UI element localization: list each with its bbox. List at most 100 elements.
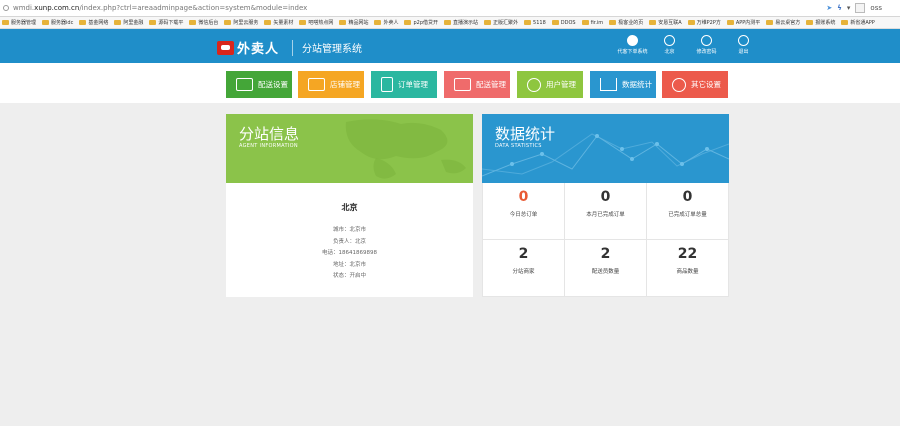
bookmark-item[interactable]: 精品网站 [339,19,368,26]
bookmark-item[interactable]: 易云桌官方 [766,19,800,26]
system-title: 分站管理系统 [302,44,363,55]
bookmark-item[interactable]: 外卖人 [374,19,398,26]
bookmark-item[interactable]: p2p借贷开 [404,19,438,26]
bookmark-item[interactable]: 直播演示站 [444,19,478,26]
folder-icon [766,20,774,25]
bookmark-item[interactable]: 安恳互联A [649,19,682,26]
main-nav: 配送设置 店铺管理 订单管理 配送管理 用户管理 数据统计 其它设置 [0,63,900,103]
bookmark-label: 源码下载平 [158,20,184,26]
stat-value: 2 [518,246,529,262]
bar-chart-icon [600,78,617,91]
stat-value: 22 [677,246,698,262]
bookmark-label: 服务器idc [51,20,74,26]
bookmark-label: 服务器管理 [11,20,37,26]
bookmark-item[interactable]: fir.im [581,20,603,26]
nav-order-management[interactable]: 订单管理 [371,71,437,98]
stat-couriers: 2 配送员数量 [565,240,647,297]
bookmark-label: 基金网络 [88,20,109,26]
bookmark-item[interactable]: 吧嗒热点网 [299,19,333,26]
bookmark-label: 精品网站 [348,20,369,26]
search-engine-icon[interactable] [855,3,866,13]
folder-icon [189,20,197,25]
clipboard-icon [381,77,393,92]
nav-label: 配送设置 [258,80,288,89]
bookmark-item[interactable]: 服务器管理 [2,19,36,26]
bookmark-label: 正版汇聚外 [493,20,519,26]
folder-icon [551,20,559,25]
data-statistics-header: 数据统计 DATA STATISTICS [482,114,729,183]
bookmark-item[interactable]: 新省通APP [841,19,875,26]
bookmark-item[interactable]: 极客业的页 [609,19,643,26]
nav-label: 订单管理 [398,80,428,89]
folder-icon [404,20,412,25]
logo-icon [217,40,234,55]
folder-icon [79,20,87,25]
browser-toolbar-right: ➤ ϟ ▾ oss [826,3,882,13]
bookmark-item[interactable]: 报账系统 [806,19,835,26]
folder-icon [726,20,734,25]
bookmark-item[interactable]: 阿里金融 [114,19,143,26]
stat-label: 商品数量 [676,269,699,275]
shop-icon [236,78,253,91]
nav-store-management[interactable]: 店铺管理 [298,71,364,98]
stat-total-completed: 0 已完成订单总量 [647,183,729,240]
stat-label: 已完成订单总量 [668,212,707,218]
folder-icon [224,20,232,25]
folder-icon [149,20,157,25]
folder-icon [581,20,589,25]
agent-info-line: 负责人：北京 [332,238,366,245]
header-action-logout[interactable]: 退出 [725,35,762,55]
bookmark-item[interactable]: 矢量素材 [264,19,293,26]
nav-data-statistics[interactable]: 数据统计 [590,71,656,98]
nav-delivery-settings[interactable]: 配送设置 [226,71,292,98]
header-action-order[interactable]: 代客下单系统 [614,35,651,55]
header-action-user[interactable]: 北京 [651,35,688,55]
bookmark-item[interactable]: 万维P2P方 [687,19,721,26]
lightning-icon[interactable]: ϟ [837,4,842,12]
nav-other-settings[interactable]: 其它设置 [662,71,728,98]
dropdown-icon[interactable]: ▾ [847,4,851,12]
folder-icon [114,20,122,25]
bookmark-item[interactable]: DDOS [551,20,576,26]
bookmark-item[interactable]: 微信后台 [189,19,218,26]
nav-user-management[interactable]: 用户管理 [517,71,583,98]
agent-info-title: 分站信息 [239,125,300,143]
folder-icon [42,20,50,25]
browser-url-bar[interactable]: wmdi. xunp.com.cn/index.php?ctrl=areaadmi… [0,0,900,17]
agent-info-header: 分站信息 AGENT INFORMATION [226,114,473,183]
url-path: /index.php?ctrl=areaadminpage&action=sys… [79,4,308,12]
stat-value: 0 [518,189,529,205]
nav-label: 配送管理 [476,80,506,89]
bookmark-item[interactable]: APP内测平 [726,19,760,26]
bookmark-label: 阿里云服务 [233,20,259,26]
stat-value: 2 [600,246,611,262]
bookmark-item[interactable]: 源码下载平 [149,19,183,26]
bookmark-item[interactable]: 阿里云服务 [224,19,258,26]
user-icon [527,77,541,92]
bookmark-item[interactable]: 正版汇聚外 [484,19,518,26]
bookmark-item[interactable]: 基金网络 [79,19,108,26]
send-icon[interactable]: ➤ [826,4,832,12]
header-action-password[interactable]: 修改密码 [688,35,725,55]
bookmark-label: 吧嗒热点网 [308,20,334,26]
nav-label: 店铺管理 [330,80,360,89]
folder-icon [339,20,347,25]
nav-delivery-management[interactable]: 配送管理 [444,71,510,98]
folder-icon [649,20,657,25]
folder-icon [806,20,814,25]
power-icon [738,35,749,46]
bookmark-item[interactable]: 5118 [524,20,546,26]
logo[interactable]: 外卖人 分站管理系统 [217,38,362,57]
search-input[interactable]: oss [870,4,882,12]
data-statistics-subtitle: DATA STATISTICS [495,143,542,149]
stat-products: 22 商品数量 [647,240,729,297]
bookmark-label: 阿里金融 [123,20,144,26]
stat-label: 分站商家 [512,269,535,275]
bookmark-label: 矢量素材 [273,20,294,26]
stat-today-orders: 0 今日总订单 [482,183,565,240]
data-statistics-title: 数据统计 [495,125,556,143]
header-action-label: 代客下单系统 [617,49,648,55]
bookmark-item[interactable]: 服务器idc [42,19,73,26]
bookmark-label: 微信后台 [198,20,219,26]
folder-icon [299,20,307,25]
